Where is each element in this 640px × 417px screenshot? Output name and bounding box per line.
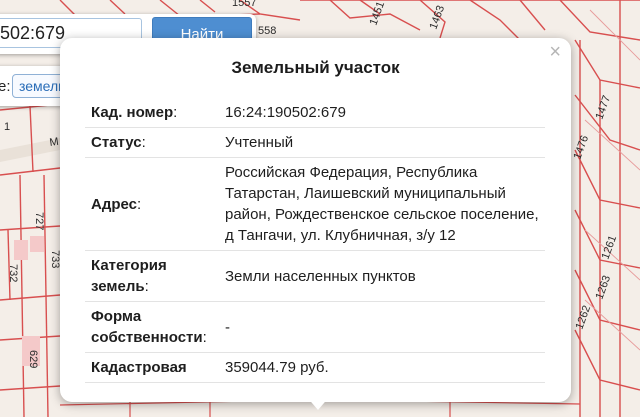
- info-key-colon: :: [202, 329, 207, 346]
- info-row: Категория земель: Земли населенных пункто…: [85, 250, 545, 302]
- info-key: Статус:: [85, 127, 225, 158]
- info-row: Кад. номер: 16:24:190502:679: [85, 98, 545, 128]
- info-key-colon: :: [173, 104, 178, 121]
- info-key: Кад. номер:: [85, 98, 225, 128]
- popup-pointer: [306, 396, 330, 410]
- parcel-label: 732: [7, 264, 19, 282]
- info-value: Земли населенных пунктов: [225, 250, 545, 302]
- parcel-label: 727: [33, 212, 45, 230]
- info-key: Форма собственности:: [85, 301, 225, 353]
- parcel-label: 629: [27, 350, 39, 368]
- parcel-info-popup: × Земельный участок Кад. номер: 16:24:190…: [60, 38, 571, 402]
- info-key: Категория земель:: [85, 250, 225, 302]
- parcel-label: 1: [4, 121, 10, 133]
- info-key: Кадастровая: [85, 352, 225, 383]
- info-key-text: Категория земель: [91, 257, 167, 295]
- info-value: 359044.79 руб.: [225, 352, 545, 383]
- info-key-text: Форма собственности: [91, 308, 203, 346]
- info-key-colon: :: [144, 278, 149, 295]
- parcel-fill: [14, 240, 28, 260]
- info-key-colon: :: [141, 134, 146, 151]
- parcel-label: 1557: [232, 0, 256, 9]
- info-key-text: Кад. номер: [91, 104, 174, 121]
- parcel-label: 558: [258, 25, 276, 37]
- info-row: Кадастровая 359044.79 руб.: [85, 352, 545, 383]
- parcel-label: M: [49, 136, 60, 149]
- parcel-fill: [30, 236, 44, 252]
- info-key: Адрес:: [85, 157, 225, 251]
- object-type-label: е:: [0, 78, 11, 95]
- info-value: -: [225, 301, 545, 353]
- info-value: Учтенный: [225, 127, 545, 158]
- info-key-text: Статус: [91, 134, 142, 151]
- info-key-text: Кадастровая: [91, 359, 187, 376]
- info-key-text: Адрес: [91, 195, 138, 213]
- info-row: Адрес: Российская Федерация, Республика Т…: [85, 157, 545, 251]
- parcel-info-table: Кад. номер: 16:24:190502:679 Статус: Учтенн…: [85, 98, 545, 383]
- info-row: Форма собственности: -: [85, 301, 545, 353]
- info-row: Статус: Учтенный: [85, 127, 545, 158]
- info-value: Российская Федерация, Республика Татарст…: [225, 157, 545, 251]
- info-key-colon: :: [137, 195, 142, 213]
- popup-title: Земельный участок: [231, 58, 400, 77]
- info-value: 16:24:190502:679: [225, 98, 545, 128]
